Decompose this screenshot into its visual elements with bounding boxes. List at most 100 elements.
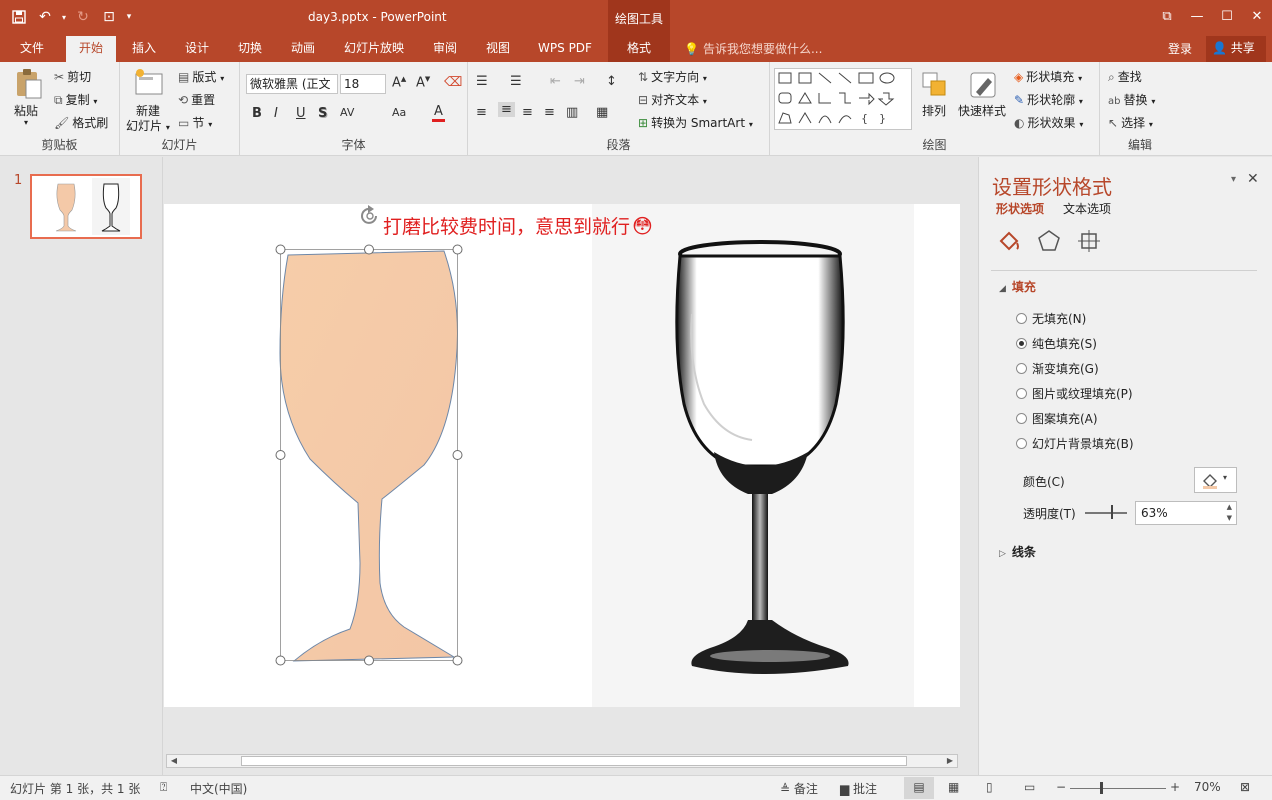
quick-styles-label[interactable]: 快速样式: [958, 102, 1006, 119]
font-color-button[interactable]: A: [432, 104, 445, 122]
scrollbar-thumb[interactable]: [241, 756, 907, 766]
tab-review[interactable]: 审阅: [423, 36, 467, 62]
italic-button[interactable]: I: [274, 106, 278, 121]
minimize-button[interactable]: —: [1182, 0, 1212, 32]
justify-icon[interactable]: ≡: [544, 105, 555, 120]
increase-indent-icon[interactable]: ⇥: [574, 74, 585, 89]
replace-button[interactable]: ab 替换 ▾: [1108, 91, 1155, 108]
start-from-beginning-icon[interactable]: ⊡: [98, 6, 120, 28]
customize-qat-icon[interactable]: ▾: [124, 6, 134, 28]
radio-gradient-fill[interactable]: 渐变填充(G): [1016, 360, 1099, 377]
columns-icon[interactable]: ▦: [596, 105, 608, 120]
tab-animations[interactable]: 动画: [281, 36, 325, 62]
tab-insert[interactable]: 插入: [122, 36, 166, 62]
tab-design[interactable]: 设计: [175, 36, 219, 62]
notes-button[interactable]: ≜ 备注: [780, 780, 818, 797]
tab-text-options[interactable]: 文本选项: [1063, 200, 1111, 217]
arrange-label[interactable]: 排列: [922, 102, 946, 119]
zoom-level[interactable]: 70%: [1194, 780, 1221, 794]
undo-icon[interactable]: ↶: [34, 6, 56, 28]
line-section-header[interactable]: ▷ 线条: [999, 543, 1036, 560]
transparency-slider-thumb[interactable]: [1111, 505, 1113, 519]
tab-view[interactable]: 视图: [476, 36, 520, 62]
radio-picture-fill[interactable]: 图片或纹理填充(P): [1016, 385, 1133, 402]
tab-shape-options[interactable]: 形状选项: [996, 200, 1044, 217]
format-painter-button[interactable]: 🖌 格式刷: [54, 114, 108, 131]
cut-button[interactable]: ✂ 剪切: [54, 68, 91, 85]
clear-formatting-icon[interactable]: ⌫: [444, 75, 462, 90]
bold-button[interactable]: B: [252, 106, 262, 121]
zoom-in-icon[interactable]: +: [1170, 780, 1180, 794]
font-size-select[interactable]: 18: [340, 74, 386, 94]
effects-pentagon-icon[interactable]: [1037, 229, 1061, 253]
scroll-right-icon[interactable]: ▶: [944, 755, 956, 767]
radio-button[interactable]: [1016, 313, 1027, 324]
reading-view-icon[interactable]: ▯: [986, 780, 993, 794]
redo-icon[interactable]: ↻: [72, 6, 94, 28]
copy-button[interactable]: ⧉ 复制 ▾: [54, 91, 97, 108]
scroll-left-icon[interactable]: ◀: [168, 755, 180, 767]
maximize-button[interactable]: ☐: [1212, 0, 1242, 32]
undo-dropdown-icon[interactable]: ▾: [60, 6, 68, 28]
reset-button[interactable]: ⟲ 重置: [178, 91, 215, 108]
rotate-handle-icon[interactable]: [358, 204, 382, 228]
close-button[interactable]: ✕: [1242, 0, 1272, 32]
new-slide-icon[interactable]: [134, 68, 164, 98]
find-button[interactable]: ⌕ 查找: [1108, 68, 1142, 85]
shape-effects-button[interactable]: ◐ 形状效果 ▾: [1014, 114, 1083, 131]
spell-check-icon[interactable]: ⍰: [160, 780, 167, 795]
ribbon-display-options-icon[interactable]: ⧉: [1152, 0, 1182, 32]
radio-background-fill[interactable]: 幻灯片背景填充(B): [1016, 435, 1134, 452]
transparency-input[interactable]: 63% ▲ ▼: [1135, 501, 1237, 525]
decrease-font-icon[interactable]: A▼: [416, 75, 430, 90]
paste-label[interactable]: 粘贴: [14, 102, 38, 119]
shapes-gallery[interactable]: {}: [774, 68, 912, 130]
comments-button[interactable]: ▆ 批注: [840, 780, 877, 797]
tab-home[interactable]: 开始: [66, 36, 116, 62]
align-right-icon[interactable]: ≡: [522, 105, 533, 120]
tab-file[interactable]: 文件: [8, 36, 56, 62]
horizontal-scrollbar[interactable]: ◀ ▶: [166, 754, 958, 768]
decrease-indent-icon[interactable]: ⇤: [550, 74, 561, 89]
text-direction-button[interactable]: ⇅ 文字方向 ▾: [638, 68, 707, 85]
radio-no-fill[interactable]: 无填充(N): [1016, 310, 1086, 327]
layout-button[interactable]: ▤ 版式 ▾: [178, 68, 224, 85]
shape-fill-button[interactable]: ◈ 形状填充 ▾: [1014, 68, 1082, 85]
radio-solid-fill[interactable]: 纯色填充(S): [1016, 335, 1097, 352]
tab-slideshow[interactable]: 幻灯片放映: [336, 36, 412, 62]
radio-button[interactable]: [1016, 363, 1027, 374]
tab-wps-pdf[interactable]: WPS PDF: [530, 36, 600, 62]
zoom-out-icon[interactable]: −: [1056, 780, 1066, 794]
slideshow-view-icon[interactable]: ▭: [1024, 780, 1035, 794]
fill-section-header[interactable]: ◢ 填充: [999, 278, 1036, 295]
save-icon[interactable]: [8, 6, 30, 28]
fill-line-icon[interactable]: [997, 229, 1021, 253]
fit-to-window-icon[interactable]: ⊠: [1240, 780, 1250, 794]
transparency-slider[interactable]: [1085, 512, 1127, 514]
arrange-icon[interactable]: [920, 70, 950, 100]
normal-view-icon[interactable]: ▤: [904, 777, 934, 799]
align-left-icon[interactable]: ≡: [476, 105, 487, 120]
share-button[interactable]: 👤 共享: [1206, 36, 1266, 62]
tab-format[interactable]: 格式: [608, 36, 670, 62]
increase-font-icon[interactable]: A▲: [392, 75, 406, 90]
align-center-icon[interactable]: ≡: [498, 102, 515, 117]
color-picker-button[interactable]: ▾: [1194, 467, 1237, 493]
radio-button[interactable]: [1016, 388, 1027, 399]
login-link[interactable]: 登录: [1168, 40, 1192, 57]
pane-close-icon[interactable]: ✕: [1247, 171, 1259, 187]
radio-button[interactable]: [1016, 438, 1027, 449]
new-slide-label-2[interactable]: 幻灯片 ▾: [126, 117, 170, 134]
font-name-select[interactable]: 微软雅黑 (正文: [246, 74, 338, 94]
section-button[interactable]: ▭ 节 ▾: [178, 114, 212, 131]
underline-button[interactable]: U: [296, 106, 306, 121]
wine-glass-photo[interactable]: [592, 204, 914, 707]
line-spacing-icon[interactable]: ↕: [606, 74, 617, 89]
slide-sorter-icon[interactable]: ▦: [948, 780, 959, 794]
numbering-icon[interactable]: ☰: [510, 74, 522, 89]
size-properties-icon[interactable]: [1077, 229, 1101, 253]
quick-styles-icon[interactable]: [968, 70, 998, 100]
language-indicator[interactable]: 中文(中国): [190, 780, 247, 797]
zoom-slider[interactable]: [1070, 788, 1166, 789]
selected-glass-shape[interactable]: [274, 243, 464, 667]
